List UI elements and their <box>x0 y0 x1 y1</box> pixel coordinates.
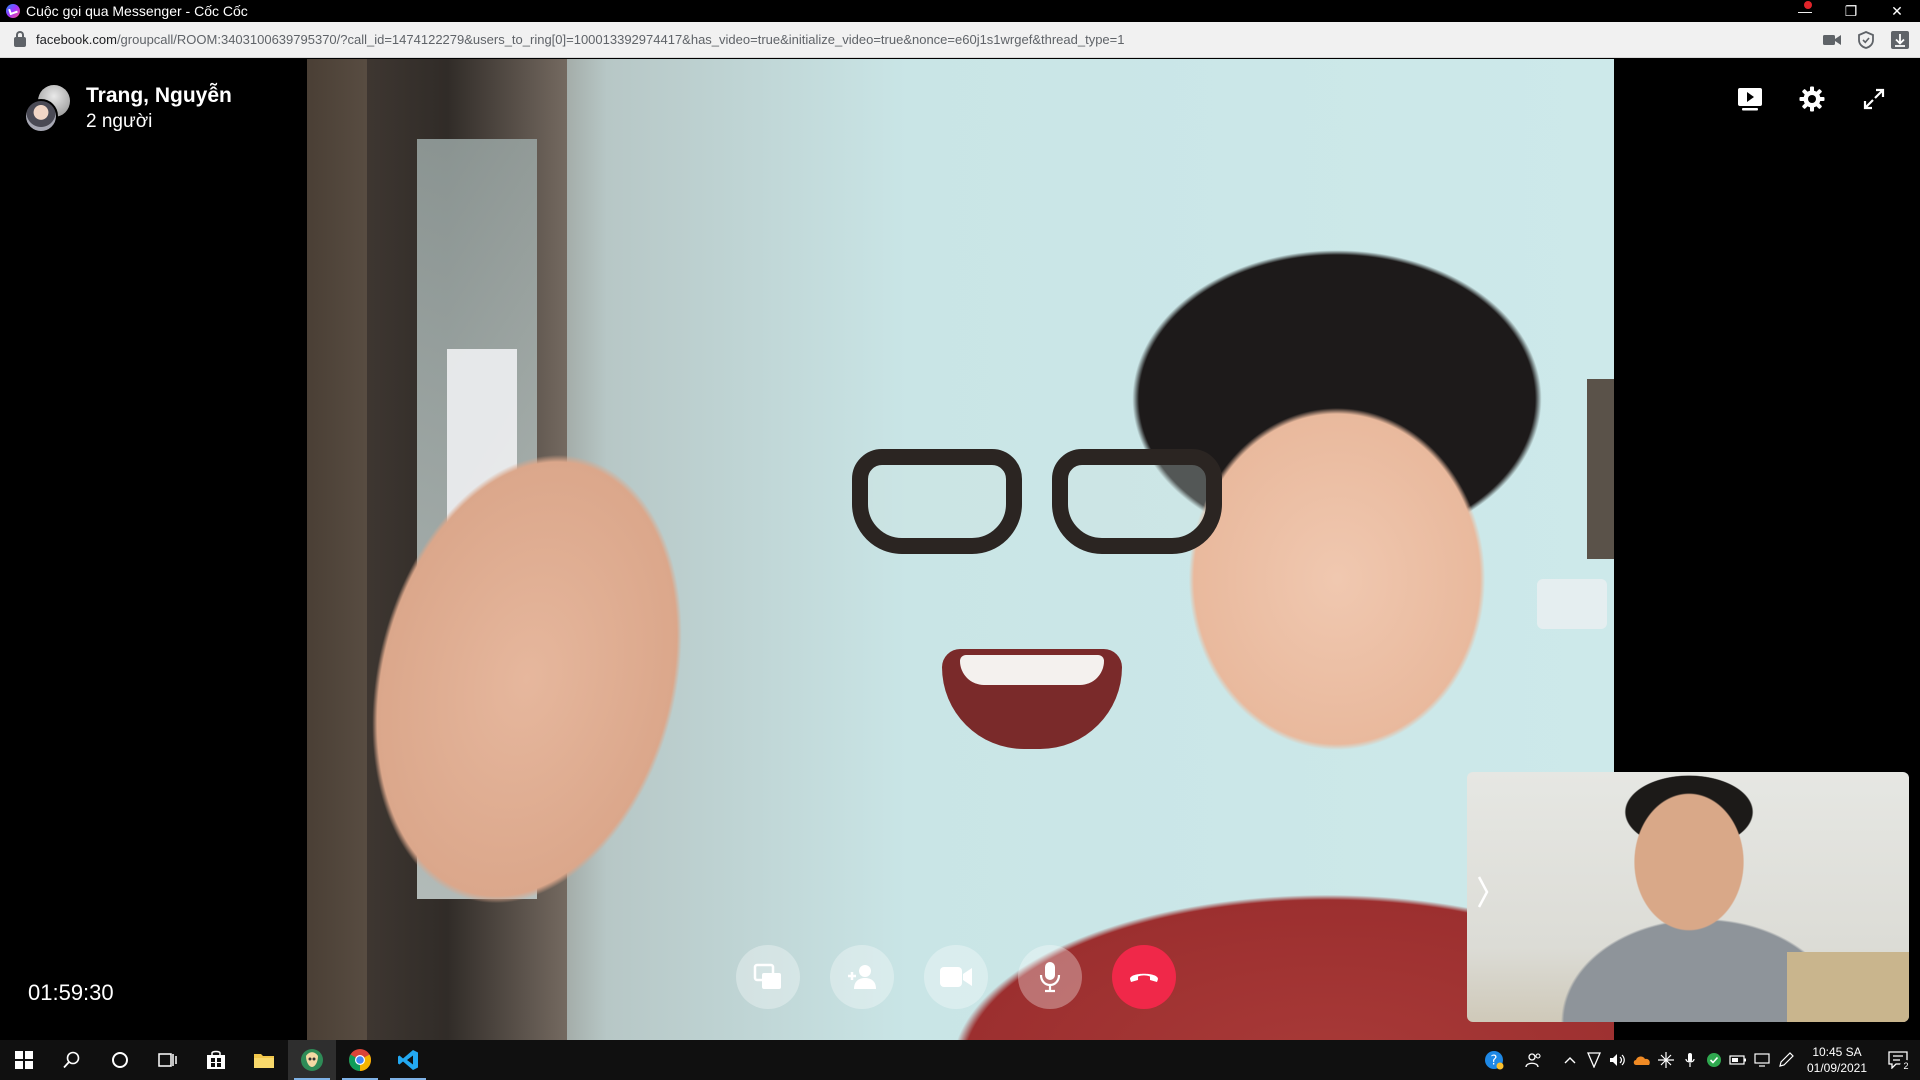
expand-icon <box>1863 88 1885 110</box>
window-title-bar: Cuộc gọi qua Messenger - Cốc Cốc — ❐ ✕ <box>0 0 1920 22</box>
task-view-button[interactable] <box>144 1040 192 1080</box>
remote-video[interactable] <box>307 59 1614 1040</box>
url-path: /groupcall/ROOM:3403100639795370/?call_i… <box>116 32 1125 47</box>
restore-icon: ❐ <box>1844 2 1858 19</box>
video-glasses-lens-left <box>852 449 1022 554</box>
close-icon: ✕ <box>1891 2 1903 19</box>
help-icon[interactable]: ? <box>1482 1040 1506 1080</box>
restore-button[interactable]: ❐ <box>1828 0 1874 22</box>
video-camera-icon <box>940 967 972 987</box>
start-button[interactable] <box>0 1040 48 1080</box>
security-icon[interactable] <box>1702 1040 1726 1080</box>
volume-icon[interactable] <box>1606 1040 1630 1080</box>
caller-text: Trang, Nguyễn 2 người <box>86 83 232 135</box>
cortana-icon <box>112 1052 128 1068</box>
window-controls: — ❐ ✕ <box>1782 0 1920 22</box>
taskbar-store[interactable] <box>192 1040 240 1080</box>
network-icon[interactable] <box>1654 1040 1678 1080</box>
chevron-up-icon[interactable] <box>1558 1040 1582 1080</box>
coccoc-icon <box>301 1049 323 1071</box>
call-timer: 01:59:30 <box>28 980 114 1005</box>
fullscreen-button[interactable] <box>1858 83 1890 115</box>
camera-permission-icon[interactable] <box>1820 28 1844 52</box>
microphone-toggle-button[interactable] <box>1018 945 1082 1009</box>
video-mouth <box>942 649 1122 749</box>
caller-name: Trang, Nguyễn <box>86 84 232 107</box>
system-clock[interactable]: 10:45 SA 01/09/2021 <box>1798 1044 1876 1076</box>
settings-button[interactable] <box>1796 83 1828 115</box>
add-person-button[interactable] <box>830 945 894 1009</box>
download-icon[interactable] <box>1888 28 1912 52</box>
participant-count: 2 người <box>86 111 153 132</box>
search-button[interactable] <box>48 1040 96 1080</box>
end-call-button[interactable] <box>1112 945 1176 1009</box>
video-background-frame <box>1587 379 1614 559</box>
call-top-actions <box>1734 83 1890 115</box>
taskbar-coccoc[interactable] <box>288 1040 336 1080</box>
cloud-icon[interactable] <box>1630 1040 1654 1080</box>
chrome-icon <box>349 1049 371 1071</box>
clock-date: 01/09/2021 <box>1806 1061 1868 1075</box>
gear-icon <box>1799 86 1825 112</box>
play-screen-icon <box>1738 88 1762 111</box>
notification-count: 2 <box>1900 1060 1912 1072</box>
call-window: Trang, Nguyễn 2 người 01:59:30 <box>0 59 1920 1040</box>
action-center-button[interactable]: 2 <box>1876 1040 1920 1080</box>
clock-time: 10:45 SA <box>1812 1045 1862 1059</box>
notification-dot <box>1804 1 1812 9</box>
taskbar-chrome[interactable] <box>336 1040 384 1080</box>
battery-icon[interactable] <box>1726 1040 1750 1080</box>
taskbar-vscode[interactable] <box>384 1040 432 1080</box>
address-bar-icons <box>1820 28 1912 52</box>
url-text[interactable]: facebook.com/groupcall/ROOM:340310063979… <box>36 32 1124 47</box>
screen-share-icon <box>753 963 781 989</box>
url-host: facebook.com <box>36 32 117 47</box>
store-icon <box>207 1050 225 1069</box>
vpn-icon[interactable] <box>1582 1040 1606 1080</box>
pen-icon[interactable] <box>1774 1040 1798 1080</box>
close-button[interactable]: ✕ <box>1874 0 1920 22</box>
self-video-table <box>1787 952 1909 1022</box>
video-glasses-lens-right <box>1052 449 1222 554</box>
camera-toggle-button[interactable] <box>924 945 988 1009</box>
window-title: Cuộc gọi qua Messenger - Cốc Cốc <box>26 3 248 19</box>
microphone-tray-icon[interactable] <box>1678 1040 1702 1080</box>
task-view-icon <box>158 1053 177 1067</box>
video-glasses <box>852 449 1222 559</box>
hang-up-icon <box>1130 973 1158 982</box>
share-screen-button[interactable] <box>736 945 800 1009</box>
chevron-right-icon <box>1477 876 1489 908</box>
self-video-preview[interactable] <box>1467 772 1909 1022</box>
lock-icon[interactable] <box>14 31 26 47</box>
call-controls <box>736 945 1176 1009</box>
messenger-icon <box>6 4 20 18</box>
shield-icon[interactable] <box>1854 28 1878 52</box>
search-icon <box>63 1051 80 1069</box>
add-person-icon <box>848 965 876 989</box>
display-icon[interactable] <box>1750 1040 1774 1080</box>
caller-info: Trang, Nguyễn 2 người <box>24 83 232 135</box>
people-icon[interactable] <box>1522 1040 1546 1080</box>
video-teeth <box>960 655 1104 685</box>
avatar <box>24 99 58 133</box>
svg-text:?: ? <box>1491 1054 1498 1069</box>
windows-icon <box>15 1051 33 1069</box>
vscode-icon <box>398 1050 418 1070</box>
group-avatar <box>24 85 72 133</box>
microphone-icon <box>1039 962 1061 993</box>
cortana-button[interactable] <box>96 1040 144 1080</box>
collapse-preview-button[interactable] <box>1473 872 1493 912</box>
system-tray: ? 10:45 SA 01/09/2021 2 <box>1482 1040 1920 1080</box>
address-bar[interactable]: facebook.com/groupcall/ROOM:340310063979… <box>0 22 1920 58</box>
minimize-button[interactable]: — <box>1782 0 1828 22</box>
watch-together-button[interactable] <box>1734 83 1766 115</box>
video-background-switch <box>1537 579 1607 629</box>
taskbar-file-explorer[interactable] <box>240 1040 288 1080</box>
folder-icon <box>254 1054 274 1068</box>
taskbar: ? 10:45 SA 01/09/2021 2 <box>0 1040 1920 1080</box>
